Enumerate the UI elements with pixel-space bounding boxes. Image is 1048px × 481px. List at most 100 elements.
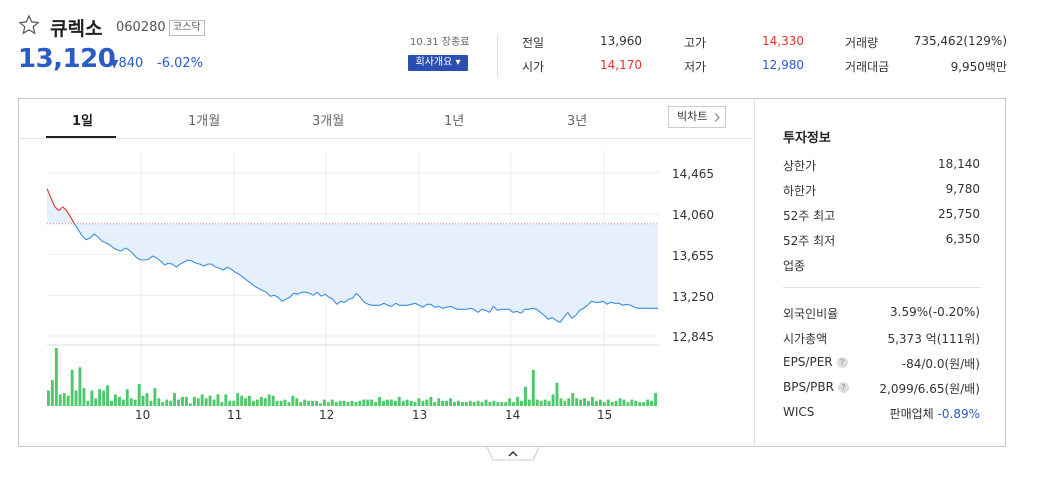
volume-bar <box>508 398 512 406</box>
volume-bar <box>575 398 579 406</box>
volume-bar <box>378 397 381 406</box>
x-tick-label: 14 <box>505 408 521 422</box>
info-label-upper-limit: 상한가 <box>783 159 817 173</box>
volume-bar <box>200 394 204 406</box>
volume-bar <box>468 400 472 406</box>
info-value-foreign-ratio: 3.59%(-0.20%) <box>890 305 980 319</box>
volume-bar <box>177 399 180 406</box>
volume-bar <box>445 400 448 406</box>
volume-bar <box>646 399 650 406</box>
volume-bar <box>192 397 196 406</box>
volume-bar <box>531 369 535 406</box>
info-label-52w-high: 52주 최고 <box>783 209 836 223</box>
y-tick-label: 14,060 <box>672 208 714 222</box>
volume-bar <box>330 399 334 406</box>
volume-bar <box>255 399 259 406</box>
volume-bar <box>137 384 141 406</box>
volume-bar <box>216 394 220 406</box>
wics-change: -0.89% <box>937 407 980 421</box>
help-icon[interactable]: ? <box>837 382 849 393</box>
volume-bar <box>106 385 109 406</box>
volume-bar <box>496 402 500 406</box>
volume-bar <box>535 399 539 406</box>
volume-bar <box>354 402 358 406</box>
volume-bar <box>334 402 338 406</box>
volume-bar <box>342 400 346 406</box>
x-tick-label: 10 <box>135 408 151 422</box>
volume-bar <box>299 402 303 406</box>
volume-bar <box>279 400 283 406</box>
volume-bar <box>591 397 594 406</box>
volume-bar <box>500 402 504 406</box>
volume-bar <box>559 398 563 406</box>
volume-bar <box>492 400 496 406</box>
volume-bar <box>114 394 117 406</box>
bps-pbr-unit: (원/배) <box>944 382 981 396</box>
info-value-lower-limit: 9,780 <box>945 182 980 196</box>
volume-bar <box>283 399 287 406</box>
volume-bar <box>460 402 464 406</box>
volume-bar <box>252 400 255 406</box>
volume-bar <box>271 395 275 406</box>
volume-bar <box>551 394 555 406</box>
volume-bar <box>622 399 626 406</box>
y-tick-label: 13,655 <box>672 249 714 263</box>
volume-bar <box>169 400 173 406</box>
volume-bar <box>437 398 441 406</box>
volume-bar <box>457 400 460 406</box>
volume-bar <box>161 402 165 406</box>
volume-bar <box>149 400 153 406</box>
bps-pbr-label: BPS/PBR <box>783 380 834 394</box>
volume-bar <box>382 400 385 406</box>
volume-bar <box>129 398 133 406</box>
volume-bar <box>555 382 559 406</box>
volume-bar <box>421 400 425 406</box>
volume-bar <box>208 395 212 406</box>
volume-bar <box>181 397 184 406</box>
volume-bar <box>232 400 236 406</box>
volume-bar <box>236 393 240 406</box>
info-value-wics[interactable]: 판매업체 -0.89% <box>890 405 980 422</box>
eps-per-value: -84/0.0 <box>901 357 945 371</box>
info-label-eps-per: EPS/PER? <box>783 355 848 369</box>
volume-bar <box>386 399 389 406</box>
volume-bar <box>125 389 129 406</box>
price-area-fill <box>47 188 658 323</box>
volume-bar <box>50 380 54 406</box>
x-tick-label: 15 <box>597 408 613 422</box>
volume-bar <box>350 400 354 406</box>
volume-bar <box>66 395 70 406</box>
volume-bar <box>642 402 646 406</box>
volume-bar <box>634 400 638 406</box>
volume-bar <box>204 398 208 406</box>
volume-bar <box>598 399 602 406</box>
volume-bar <box>118 397 121 406</box>
volume-bar <box>571 393 575 406</box>
collapse-handle[interactable] <box>487 447 539 461</box>
volume-bar <box>291 395 295 406</box>
volume-bar <box>70 369 74 406</box>
volume-bar <box>480 402 484 406</box>
volume-bar <box>638 402 642 406</box>
volume-bar <box>303 399 307 406</box>
volume-bar <box>248 395 251 406</box>
y-tick-label: 12,845 <box>672 330 714 344</box>
volume-bar <box>121 399 125 406</box>
eps-per-label: EPS/PER <box>783 355 833 369</box>
wics-sector: 판매업체 <box>889 407 934 421</box>
info-label-52w-low: 52주 최저 <box>783 234 836 248</box>
info-label-bps-pbr: BPS/PBR? <box>783 380 849 394</box>
help-icon[interactable]: ? <box>836 357 848 368</box>
volume-bar <box>654 393 657 406</box>
volume-bar <box>185 397 188 406</box>
volume-bar <box>429 397 433 406</box>
volume-bar <box>157 398 161 406</box>
info-value-upper-limit: 18,140 <box>938 157 980 171</box>
volume-bar <box>338 400 342 406</box>
volume-bar <box>583 398 586 406</box>
volume-bar <box>563 400 567 406</box>
volume-bar <box>587 400 590 406</box>
volume-bar <box>393 400 397 406</box>
volume-bar <box>516 397 519 406</box>
volume-bar <box>133 399 137 406</box>
